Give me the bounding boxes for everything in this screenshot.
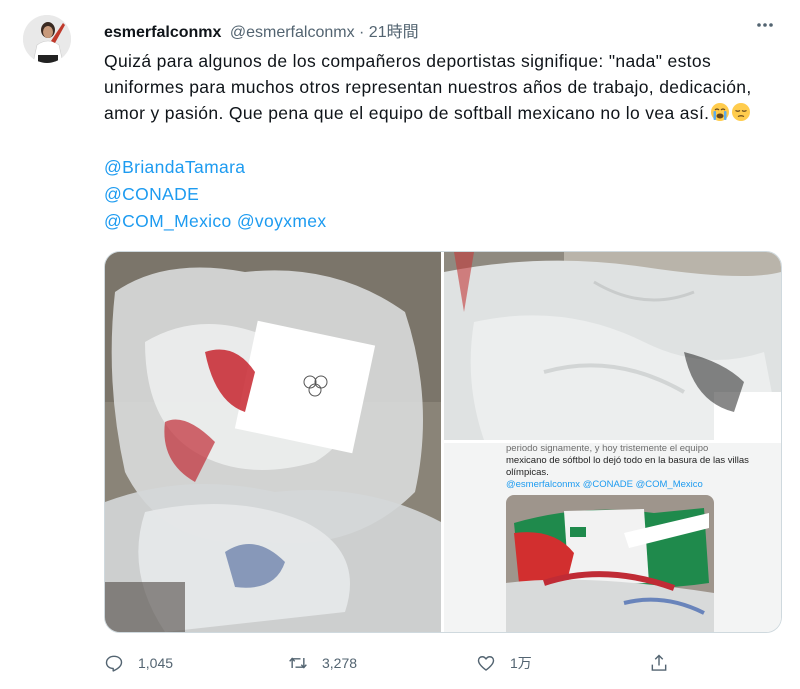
reply-button[interactable]: 1,045 — [104, 648, 173, 678]
embedded-screenshot-text-top: periodo signamente, y hoy tristemente el… — [506, 443, 709, 454]
mention-com-mexico-voyxmex[interactable]: @COM_Mexico @voyxmex — [104, 211, 326, 232]
tweet-header: esmerfalconmx @esmerfalconmx · 21時間 — [104, 18, 419, 42]
mention-brianda-tamara[interactable]: @BriandaTamara — [104, 157, 245, 178]
mention-conade[interactable]: @CONADE — [104, 184, 199, 205]
timestamp[interactable]: 21時間 — [369, 24, 419, 41]
user-handle[interactable]: @esmerfalconmx — [230, 24, 355, 41]
tweet-text: Quizá para algunos de los compañeros dep… — [104, 48, 774, 126]
more-icon[interactable] — [752, 12, 778, 38]
photo-plastic-closeup[interactable] — [444, 252, 781, 440]
action-bar: 1,045 3,278 1万 — [104, 648, 780, 678]
like-button[interactable]: 1万 — [476, 648, 532, 678]
reply-count: 1,045 — [138, 655, 174, 671]
media-grid: periodo signamente, y hoy tristemente el… — [104, 251, 782, 633]
retweet-button[interactable]: 3,278 — [288, 648, 357, 678]
display-name[interactable]: esmerfalconmx — [104, 24, 221, 41]
like-count: 1万 — [510, 655, 532, 671]
reply-icon — [105, 655, 123, 672]
photo-embedded-screenshot[interactable]: periodo signamente, y hoy tristemente el… — [444, 443, 781, 632]
pensive-face-emoji — [731, 102, 751, 122]
share-icon — [651, 654, 667, 671]
avatar-image — [23, 15, 71, 63]
embedded-screenshot-handles: @esmerfalconmx @CONADE @COM_Mexico — [506, 479, 703, 490]
embedded-screenshot-text-body: mexicano de sóftbol lo dejó todo en la b… — [506, 455, 749, 478]
tweet-body: Quizá para algunos de los compañeros dep… — [104, 51, 752, 123]
avatar[interactable] — [23, 15, 71, 63]
crying-face-emoji — [710, 102, 730, 122]
share-button[interactable] — [649, 648, 669, 678]
photo-plastic-bags[interactable] — [105, 252, 441, 632]
like-icon — [477, 656, 495, 671]
embedded-screenshot-text: periodo signamente, y hoy tristemente el… — [506, 443, 766, 479]
separator-dot: · — [359, 24, 365, 41]
retweet-count: 3,278 — [322, 655, 358, 671]
retweet-icon — [289, 657, 307, 669]
